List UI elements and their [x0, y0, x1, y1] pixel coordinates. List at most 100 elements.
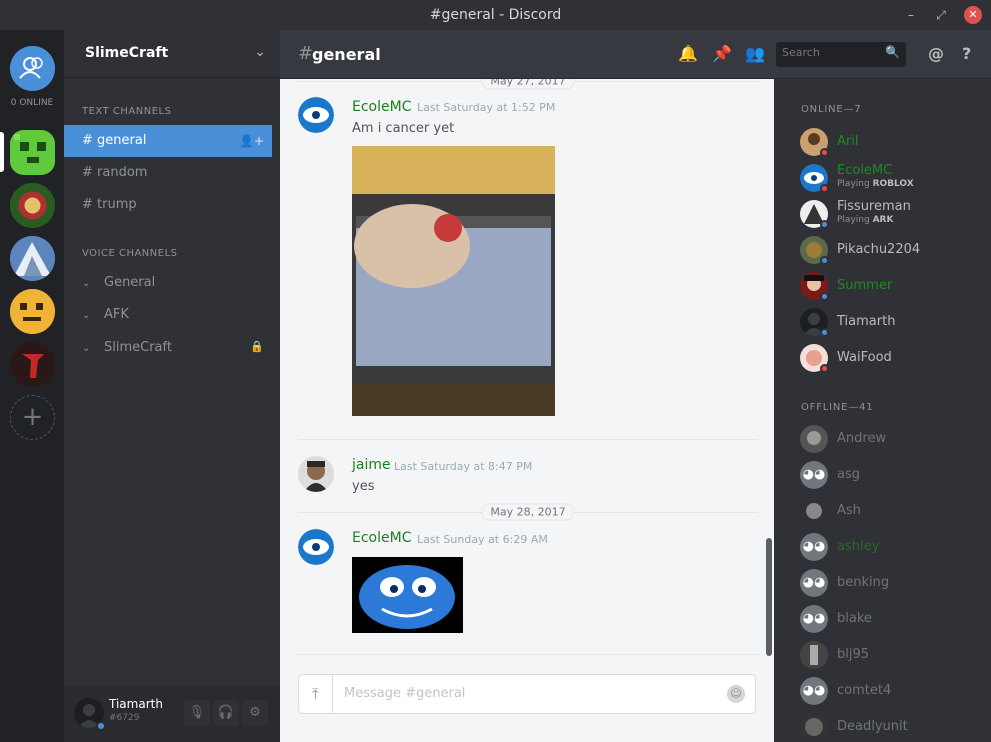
- status-dot: [820, 148, 829, 157]
- server-red-logo[interactable]: [10, 342, 55, 387]
- message-author[interactable]: jaime: [352, 457, 391, 473]
- server-mountain[interactable]: [10, 236, 55, 281]
- activity-prefix: Playing: [837, 179, 870, 189]
- status-dot: [820, 292, 829, 301]
- member-item[interactable]: ◕◕ ashley: [800, 530, 990, 564]
- status-dot: [820, 184, 829, 193]
- member-name: Tiamarth: [837, 314, 896, 329]
- message-timestamp: Last Saturday at 8:47 PM: [394, 460, 533, 473]
- member-name: blj95: [837, 647, 870, 662]
- member-name: EcoleMC: [837, 163, 893, 178]
- members-icon[interactable]: 👥: [745, 44, 765, 63]
- member-item[interactable]: blj95: [800, 638, 990, 672]
- voice-channel-label: SlimeCraft: [104, 340, 172, 355]
- message-timestamp: Last Sunday at 6:29 AM: [417, 533, 548, 546]
- status-dot: [820, 256, 829, 265]
- member-name: blake: [837, 611, 872, 626]
- voice-channel-general[interactable]: ⌄ General: [82, 275, 272, 290]
- channel-sidebar: SlimeCraft ⌄ TEXT CHANNELS # general 👤+ …: [64, 30, 280, 742]
- dragon-emblem-icon: [10, 183, 55, 228]
- voice-channel-slimecraft[interactable]: ⌄ SlimeCraft 🔒: [82, 340, 272, 355]
- member-item[interactable]: Andrew: [800, 422, 990, 456]
- member-item[interactable]: ◕◕ benking: [800, 566, 990, 600]
- help-icon[interactable]: ?: [962, 44, 971, 63]
- server-dragon[interactable]: [10, 183, 55, 228]
- member-item[interactable]: Ash: [800, 494, 990, 528]
- message-image-attachment[interactable]: [352, 146, 555, 416]
- text-channels-header[interactable]: TEXT CHANNELS: [82, 106, 171, 117]
- message-separator: [298, 439, 758, 440]
- server-slimecraft[interactable]: [10, 130, 55, 175]
- channel-title: general: [312, 45, 381, 64]
- cookie-face-icon: [10, 289, 55, 334]
- message-input[interactable]: ⤒ Message #general ☺: [298, 674, 756, 714]
- member-item[interactable]: Deadlyunit: [800, 710, 990, 742]
- friends-home-button[interactable]: [10, 46, 55, 91]
- member-item[interactable]: Aril: [800, 125, 990, 159]
- message-scrollbar[interactable]: [766, 538, 772, 656]
- lock-icon: 🔒: [250, 340, 264, 353]
- avatar[interactable]: [298, 97, 334, 133]
- message-timestamp: Last Saturday at 1:52 PM: [417, 101, 556, 114]
- member-item[interactable]: Fissureman Playing ARK: [800, 197, 990, 231]
- gear-icon[interactable]: ⚙: [242, 700, 268, 726]
- username: Tiamarth: [109, 697, 163, 711]
- member-item[interactable]: WaiFood: [800, 341, 990, 375]
- member-item[interactable]: ◕◕ blake: [800, 602, 990, 636]
- friends-icon: [10, 46, 55, 91]
- title-bar: #general - Discord – ⤢ ✕: [0, 0, 991, 30]
- user-discriminator: #6729: [109, 713, 140, 723]
- member-item[interactable]: Summer: [800, 269, 990, 303]
- member-item[interactable]: Pikachu2204: [800, 233, 990, 267]
- channel-general[interactable]: # general 👤+: [64, 125, 272, 157]
- emoji-icon[interactable]: ☺: [727, 685, 745, 703]
- status-dot: [96, 721, 106, 731]
- microphone-icon[interactable]: 🎙: [184, 700, 210, 726]
- member-activity: Playing ROBLOX: [837, 179, 914, 189]
- bell-icon[interactable]: 🔔: [678, 44, 698, 63]
- channel-trump[interactable]: # trump: [64, 189, 272, 221]
- member-name: ashley: [837, 539, 880, 554]
- voice-channel-afk[interactable]: ⌄ AFK: [82, 307, 272, 322]
- search-icon: 🔍: [885, 45, 900, 59]
- chevron-down-icon: ⌄: [82, 343, 91, 354]
- message-author[interactable]: EcoleMC: [352, 530, 411, 546]
- restore-button[interactable]: ⤢: [932, 6, 950, 24]
- member-item[interactable]: EcoleMC Playing ROBLOX: [800, 161, 990, 195]
- close-button[interactable]: ✕: [964, 6, 982, 24]
- headphones-icon[interactable]: 🎧: [213, 700, 239, 726]
- add-user-icon[interactable]: 👤+: [239, 125, 264, 157]
- chevron-down-icon: ⌄: [82, 278, 91, 289]
- avatar[interactable]: [298, 529, 334, 565]
- pin-icon[interactable]: 📌: [712, 44, 732, 63]
- server-header[interactable]: SlimeCraft ⌄: [64, 30, 280, 78]
- chevron-down-icon[interactable]: ⌄: [254, 44, 266, 60]
- member-item[interactable]: Tiamarth: [800, 305, 990, 339]
- member-name: WaiFood: [837, 350, 892, 365]
- message-text: yes: [352, 479, 375, 494]
- search-input[interactable]: Search 🔍: [776, 42, 906, 67]
- member-item[interactable]: ◕◕ comtet4: [800, 674, 990, 708]
- chevron-down-icon: ⌄: [82, 310, 91, 321]
- message-image-attachment[interactable]: [352, 557, 463, 633]
- member-name: Ash: [837, 503, 861, 518]
- add-server-button[interactable]: +: [10, 395, 55, 440]
- server-cookie[interactable]: [10, 289, 55, 334]
- channel-label: # trump: [82, 197, 137, 212]
- status-dot: [820, 328, 829, 337]
- voice-channels-header[interactable]: VOICE CHANNELS: [82, 248, 178, 259]
- channel-label: # general: [82, 133, 147, 148]
- message-author[interactable]: EcoleMC: [352, 99, 411, 115]
- avatar: [800, 641, 828, 669]
- member-name: Summer: [837, 278, 893, 293]
- online-count: 0 ONLINE: [10, 98, 54, 108]
- date-divider: May 27, 2017: [298, 79, 758, 90]
- mountain-icon: [10, 236, 55, 281]
- mention-icon[interactable]: @: [928, 44, 944, 63]
- channel-random[interactable]: # random: [64, 157, 272, 189]
- avatar[interactable]: [298, 456, 334, 492]
- minimize-button[interactable]: –: [902, 6, 920, 24]
- member-item[interactable]: ◕◕ asg: [800, 458, 990, 492]
- upload-icon[interactable]: ⤒: [299, 675, 333, 713]
- online-header: ONLINE—7: [801, 104, 862, 115]
